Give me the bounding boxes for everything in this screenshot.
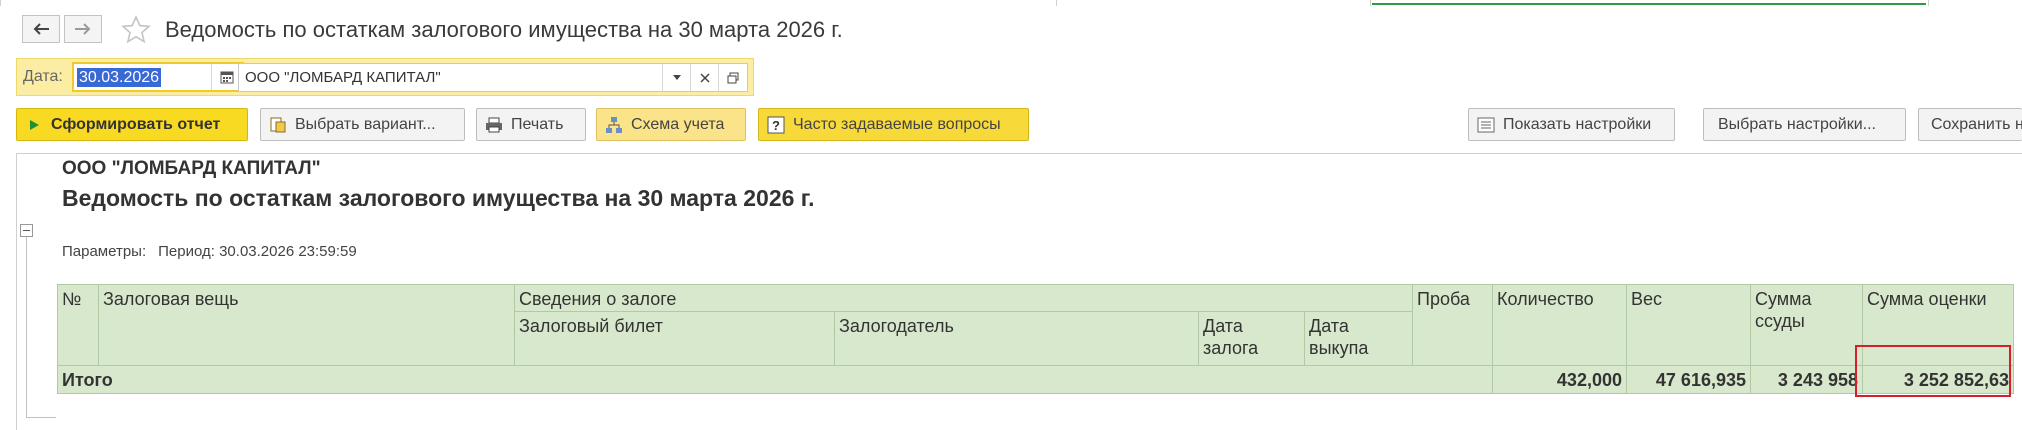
collapse-group-button[interactable] xyxy=(20,224,33,237)
dropdown-button[interactable] xyxy=(662,64,691,91)
open-form-icon xyxy=(727,72,739,83)
total-row: Итого 432,000 47 616,935 3 243 958 3 252… xyxy=(57,365,2014,394)
col-header-fineness: Проба xyxy=(1412,284,1493,366)
total-quantity: 432,000 xyxy=(1492,365,1627,394)
generate-report-label: Сформировать отчет xyxy=(51,115,221,133)
total-weight: 47 616,935 xyxy=(1626,365,1751,394)
strip-divider xyxy=(0,0,1,6)
parameters-label: Параметры: xyxy=(62,243,147,260)
group-line xyxy=(26,237,27,417)
col-header-weight: Вес xyxy=(1626,284,1751,366)
total-label: Итого xyxy=(57,365,1493,394)
star-icon[interactable] xyxy=(120,14,152,46)
col-header-pledge-info: Сведения о залоге xyxy=(514,284,1413,312)
table-header-row: № Залоговая вещь Сведения о залоге Проба… xyxy=(57,284,2014,366)
organization-field[interactable]: ООО "ЛОМБАРД КАПИТАЛ" xyxy=(238,63,748,92)
col-header-pledger: Залогодатель xyxy=(834,311,1199,366)
active-tab-indicator xyxy=(1372,3,1926,5)
report-variant-icon xyxy=(269,116,287,134)
save-settings-label: Сохранить н xyxy=(1931,115,2022,133)
printer-icon xyxy=(485,116,503,134)
group-line xyxy=(26,417,56,418)
group-rail xyxy=(16,153,56,429)
close-icon xyxy=(700,72,710,83)
total-loan-sum: 3 243 958 xyxy=(1750,365,1863,394)
col-header-num: № xyxy=(57,284,99,366)
organization-value: ООО "ЛОМБАРД КАПИТАЛ" xyxy=(245,69,441,86)
play-icon xyxy=(25,116,43,134)
choose-settings-label: Выбрать настройки... xyxy=(1718,115,1876,133)
chevron-down-icon xyxy=(673,74,681,80)
open-button[interactable] xyxy=(718,64,747,91)
svg-text:?: ? xyxy=(772,118,780,133)
date-value[interactable]: 30.03.2026 xyxy=(77,68,162,87)
date-field[interactable]: 30.03.2026 xyxy=(72,62,244,92)
report-organization: ООО "ЛОМБАРД КАПИТАЛ" xyxy=(62,158,321,179)
accounting-scheme-button[interactable]: Схема учета xyxy=(596,108,746,141)
save-settings-button[interactable]: Сохранить н xyxy=(1918,108,2022,141)
faq-button[interactable]: ? Часто задаваемые вопросы xyxy=(758,108,1029,141)
col-header-pledge-date: Дата залога xyxy=(1198,311,1305,366)
accounting-scheme-label: Схема учета xyxy=(631,115,725,133)
strip-divider xyxy=(1370,0,1371,6)
top-strip xyxy=(0,0,2022,6)
scheme-icon xyxy=(605,116,623,134)
clear-button[interactable] xyxy=(690,64,719,91)
faq-label: Часто задаваемые вопросы xyxy=(793,115,1001,133)
arrow-left-icon xyxy=(33,23,49,35)
col-header-redeem-date: Дата выкупа xyxy=(1304,311,1413,366)
filter-panel: Дата: 30.03.2026 ООО "ЛОМБАРД КАПИТАЛ" xyxy=(16,58,754,96)
strip-divider xyxy=(1056,0,1057,6)
highlight-box xyxy=(1855,345,2011,397)
forward-button[interactable] xyxy=(64,15,102,43)
choose-variant-label: Выбрать вариант... xyxy=(295,115,436,133)
date-label: Дата: xyxy=(23,68,63,85)
print-button[interactable]: Печать xyxy=(476,108,586,141)
choose-settings-button[interactable]: Выбрать настройки... xyxy=(1703,108,1906,141)
col-header-item: Залоговая вещь xyxy=(98,284,515,366)
page-title: Ведомость по остаткам залогового имущест… xyxy=(165,17,843,42)
show-settings-label: Показать настройки xyxy=(1503,115,1652,133)
settings-list-icon xyxy=(1477,116,1495,134)
report-title: Ведомость по остаткам залогового имущест… xyxy=(62,185,815,211)
show-settings-button[interactable]: Показать настройки xyxy=(1468,108,1675,141)
print-label: Печать xyxy=(511,115,564,133)
report-table: № Залоговая вещь Сведения о залоге Проба… xyxy=(57,284,2014,394)
choose-variant-button[interactable]: Выбрать вариант... xyxy=(260,108,465,141)
col-header-ticket: Залоговый билет xyxy=(514,311,835,366)
calendar-icon xyxy=(220,71,234,84)
question-icon: ? xyxy=(767,116,785,134)
report-parameters: Параметры: Период: 30.03.2026 23:59:59 xyxy=(62,243,357,260)
arrow-right-icon xyxy=(75,23,91,35)
back-button[interactable] xyxy=(22,15,60,43)
col-header-loan-sum: Сумма ссуды xyxy=(1750,284,1863,366)
generate-report-button[interactable]: Сформировать отчет xyxy=(16,108,248,141)
col-header-quantity: Количество xyxy=(1492,284,1627,366)
parameters-value: Период: 30.03.2026 23:59:59 xyxy=(158,243,357,260)
strip-divider xyxy=(1928,0,1929,6)
